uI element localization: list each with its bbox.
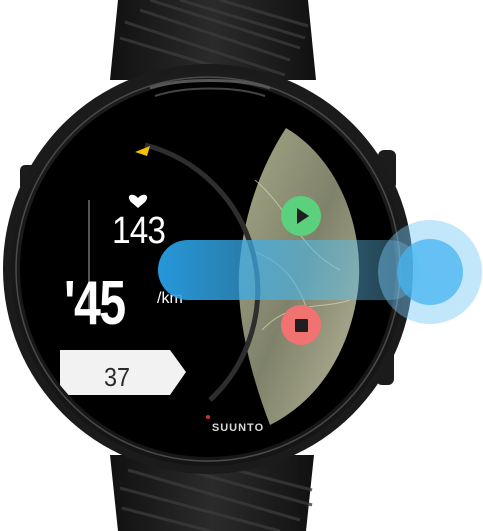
stop-icon — [294, 318, 308, 332]
heart-rate-value: 143 — [112, 210, 166, 252]
brand-logo: SUUNTO — [211, 422, 265, 434]
partial-field-value: 37 — [104, 362, 131, 392]
play-icon — [296, 208, 309, 224]
pace-value: '45 — [64, 269, 126, 338]
stop-button[interactable] — [281, 305, 321, 345]
resume-button[interactable] — [281, 196, 321, 236]
touch-point-inner-icon — [397, 239, 463, 305]
